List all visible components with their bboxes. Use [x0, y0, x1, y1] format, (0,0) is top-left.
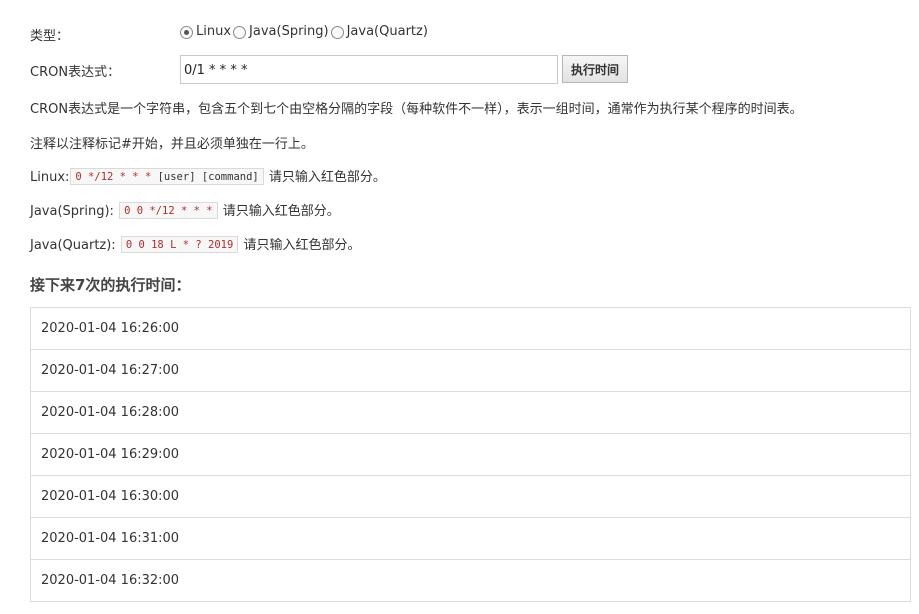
example-spring-code: 0 0 */12 * * * — [119, 202, 218, 219]
next-runs-title: 接下来7次的执行时间： — [30, 276, 191, 294]
example-quartz-code-red: 0 0 18 L * ? 2019 — [125, 239, 234, 251]
example-linux-code-plain: [user] [command] — [151, 171, 259, 183]
list-item: 2020-01-04 16:29:00 — [31, 434, 910, 476]
example-linux-label: Linux: — [30, 170, 70, 185]
radio-java-spring-dot[interactable] — [233, 26, 247, 39]
type-radio-group: Linux Java(Spring) Java(Quartz) — [180, 24, 430, 39]
cron-expression-input[interactable] — [180, 55, 558, 84]
example-linux-code-red: 0 */12 * * * — [75, 171, 152, 183]
example-linux-code: 0 */12 * * * [user] [command] — [70, 168, 264, 185]
radio-java-quartz[interactable]: Java(Quartz) — [330, 24, 428, 39]
radio-java-quartz-dot[interactable] — [330, 26, 344, 39]
radio-linux-dot[interactable] — [180, 26, 193, 39]
cron-tool-page: 类型： Linux Java(Spring) Java(Quartz) CRON… — [0, 0, 919, 614]
list-item: 2020-01-04 16:31:00 — [31, 518, 910, 560]
example-quartz-label: Java(Quartz): — [30, 238, 116, 253]
radio-java-spring-label: Java(Spring) — [249, 24, 329, 39]
exec-time-button[interactable]: 执行时间 — [562, 55, 628, 83]
example-spring-label: Java(Spring): — [30, 204, 114, 219]
radio-linux[interactable]: Linux — [180, 24, 231, 39]
radio-java-spring[interactable]: Java(Spring) — [233, 24, 329, 39]
list-item: 2020-01-04 16:28:00 — [31, 392, 910, 434]
example-linux: Linux: 0 */12 * * * [user] [command] 请只输入… — [30, 166, 386, 185]
type-label: 类型： — [30, 29, 70, 44]
example-spring: Java(Spring): 0 0 */12 * * * 请只输入红色部分。 — [30, 200, 340, 219]
example-linux-hint: 请只输入红色部分。 — [268, 170, 386, 185]
example-quartz-code: 0 0 18 L * ? 2019 — [120, 236, 239, 253]
type-row: 类型： Linux Java(Spring) Java(Quartz) — [30, 24, 890, 44]
list-item: 2020-01-04 16:26:00 — [31, 308, 910, 350]
comment-note: 注释以注释标记#开始，并且必须单独在一行上。 — [30, 137, 314, 152]
list-item: 2020-01-04 16:30:00 — [31, 476, 910, 518]
radio-linux-label: Linux — [196, 24, 232, 39]
list-item: 2020-01-04 16:32:00 — [31, 560, 910, 602]
cron-row: CRON表达式： 执行时间 — [30, 55, 890, 85]
cron-label: CRON表达式： — [30, 65, 121, 80]
radio-java-quartz-label: Java(Quartz) — [346, 24, 428, 39]
example-quartz-hint: 请只输入红色部分。 — [243, 238, 361, 253]
example-spring-code-red: 0 0 */12 * * * — [124, 205, 213, 217]
next-runs-list: 2020-01-04 16:26:00 2020-01-04 16:27:00 … — [30, 307, 911, 602]
list-item: 2020-01-04 16:27:00 — [31, 350, 910, 392]
example-quartz: Java(Quartz): 0 0 18 L * ? 2019 请只输入红色部分… — [30, 234, 360, 253]
description-text: CRON表达式是一个字符串，包含五个到七个由空格分隔的字段（每种软件不一样），表… — [30, 102, 803, 117]
example-spring-hint: 请只输入红色部分。 — [222, 204, 340, 219]
